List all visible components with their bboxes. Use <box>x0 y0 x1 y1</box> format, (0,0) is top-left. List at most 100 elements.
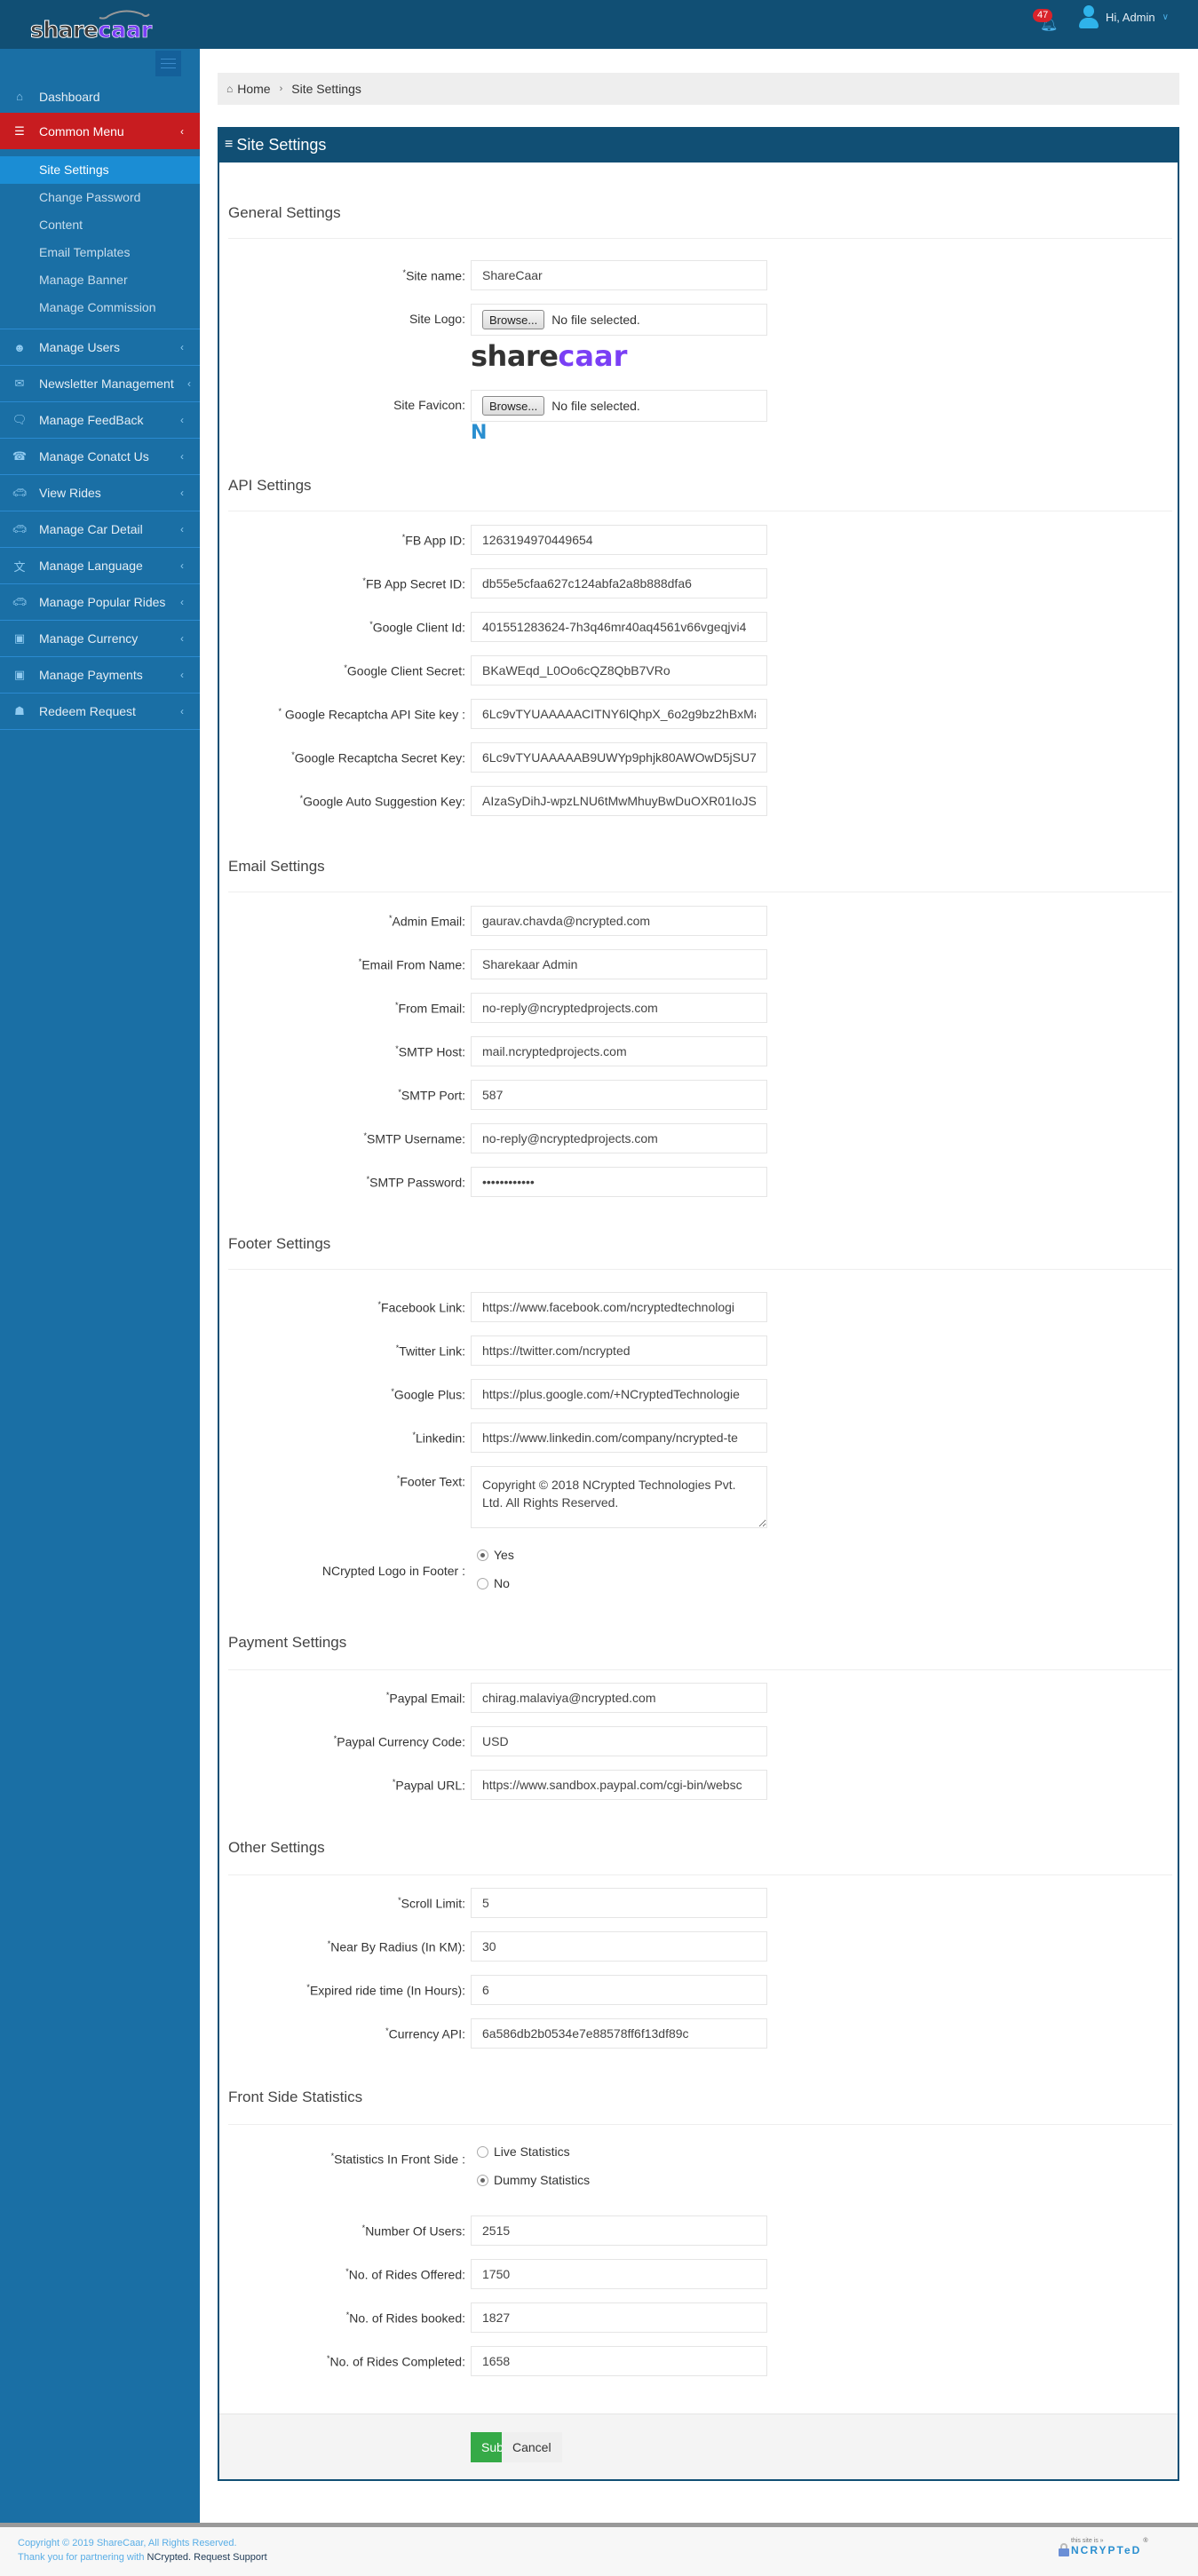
section-title-general: General Settings <box>228 204 341 221</box>
section-title-footer: Footer Settings <box>228 1235 331 1252</box>
footer-text-textarea[interactable]: Copyright © 2018 NCrypted Technologies P… <box>471 1466 767 1528</box>
form-row: *Google Client Id: <box>219 612 1178 642</box>
submenu-change-password[interactable]: Change Password <box>0 184 200 211</box>
sidebar-item-currency[interactable]: ▣ Manage Currency ‹ <box>0 621 200 657</box>
logo-share-text: share <box>471 339 559 373</box>
field-label: NCrypted Logo in Footer : <box>321 1564 465 1578</box>
text-input[interactable] <box>471 1888 767 1918</box>
sidebar-item-common-menu[interactable]: ☰ Common Menu ‹ <box>0 113 200 149</box>
submenu-manage-commission[interactable]: Manage Commission <box>0 294 200 321</box>
browse-button[interactable]: Browse... <box>482 310 545 329</box>
submenu-manage-banner[interactable]: Manage Banner <box>0 266 200 294</box>
money-icon: ▣ <box>13 668 26 681</box>
form-row: *No. of Rides booked: <box>219 2303 1178 2333</box>
text-input[interactable] <box>471 2018 767 2049</box>
text-input[interactable] <box>471 1123 767 1153</box>
text-input[interactable] <box>471 1036 767 1066</box>
notifications-button[interactable]: 🔔︎ 47 <box>1033 9 1058 32</box>
radio-button-checked[interactable] <box>477 2174 488 2186</box>
text-input[interactable] <box>471 949 767 979</box>
breadcrumb-home-link[interactable]: Home <box>237 82 270 96</box>
submenu-site-settings[interactable]: Site Settings <box>0 156 200 184</box>
sidebar-item-manage-users[interactable]: ☻ Manage Users ‹ <box>0 329 200 366</box>
radio-dummy-statistics[interactable]: Dummy Statistics <box>477 2173 590 2187</box>
sidebar-item-payments[interactable]: ▣ Manage Payments ‹ <box>0 657 200 694</box>
sidebar-item-contact-us[interactable]: ☎ Manage Conatct Us ‹ <box>0 439 200 475</box>
text-input[interactable] <box>471 655 767 686</box>
radio-logo-no[interactable]: No <box>477 1576 510 1590</box>
text-input[interactable] <box>471 1975 767 2005</box>
section-title-api: API Settings <box>228 477 312 494</box>
sidebar-item-label: Manage Language <box>39 559 143 573</box>
sidebar-item-language[interactable]: 文 Manage Language ‹ <box>0 548 200 584</box>
section-divider <box>228 2124 1172 2125</box>
user-menu[interactable]: Hi, Admin ∨ <box>1079 5 1169 28</box>
radio-button-checked[interactable] <box>477 1549 488 1561</box>
text-input[interactable] <box>471 993 767 1023</box>
text-input[interactable] <box>471 1292 767 1322</box>
text-input[interactable] <box>471 2259 767 2289</box>
text-input[interactable] <box>471 699 767 729</box>
chevron-left-icon: ‹ <box>180 523 184 535</box>
sidebar-item-feedback[interactable]: 🗨︎ Manage FeedBack ‹ <box>0 402 200 439</box>
text-input[interactable] <box>471 2215 767 2246</box>
text-input[interactable] <box>471 1683 767 1713</box>
form-row: *No. of Rides Completed: <box>219 2346 1178 2376</box>
browse-button[interactable]: Browse... <box>482 396 545 416</box>
sidebar-item-newsletter[interactable]: ✉ Newsletter Management ‹ <box>0 366 200 402</box>
sidebar-toggle-button[interactable] <box>155 51 181 76</box>
brand-logo[interactable]: share caar <box>29 10 153 42</box>
text-input[interactable] <box>471 568 767 598</box>
radio-button[interactable] <box>477 1577 488 1589</box>
text-input[interactable] <box>471 1770 767 1800</box>
user-avatar-icon <box>1079 5 1099 28</box>
chevron-down-icon: ∨ <box>1162 12 1169 22</box>
form-row: *FB App ID: <box>219 525 1178 555</box>
sidebar-item-label: Manage Users <box>39 340 121 354</box>
text-input[interactable] <box>471 1423 767 1453</box>
sidebar-item-view-rides[interactable]: 🚗︎ View Rides ‹ <box>0 475 200 511</box>
site-name-input[interactable] <box>471 260 767 290</box>
text-input[interactable] <box>471 786 767 816</box>
form-row: *Facebook Link: <box>219 1292 1178 1322</box>
chevron-left-icon: ‹ <box>180 559 184 572</box>
sidebar-item-popular-rides[interactable]: 🚗︎ Manage Popular Rides ‹ <box>0 584 200 621</box>
panel-header: ≡ Site Settings <box>218 127 1179 162</box>
breadcrumb: ⌂ Home › Site Settings <box>218 73 1179 105</box>
request-support-link[interactable]: Request Support <box>191 2552 267 2563</box>
text-input[interactable] <box>471 906 767 936</box>
site-favicon-file-input[interactable]: Browse... No file selected. <box>471 390 767 422</box>
text-input[interactable] <box>471 2303 767 2333</box>
site-logo-file-input[interactable]: Browse... No file selected. <box>471 304 767 336</box>
text-input[interactable] <box>471 612 767 642</box>
lock-icon <box>1059 2543 1069 2556</box>
ncrypted-link[interactable]: NCrypted. <box>147 2552 192 2563</box>
text-input[interactable] <box>471 1379 767 1409</box>
form-row: *From Email: <box>219 993 1178 1023</box>
sidebar-item-car-detail[interactable]: 🚗︎ Manage Car Detail ‹ <box>0 511 200 548</box>
form-row: *No. of Rides Offered: <box>219 2259 1178 2289</box>
radio-live-statistics[interactable]: Live Statistics <box>477 2144 570 2159</box>
breadcrumb-separator-icon: › <box>279 83 283 94</box>
cancel-button[interactable]: Cancel <box>502 2432 562 2462</box>
radio-button[interactable] <box>477 2145 488 2158</box>
sidebar-item-redeem-request[interactable]: ☗ Redeem Request ‹ <box>0 694 200 730</box>
text-input[interactable] <box>471 2346 767 2376</box>
encrypted-badge[interactable]: this site is » NCRYPTeD ® <box>1059 2538 1148 2556</box>
chevron-left-icon: ‹ <box>180 450 184 463</box>
text-input[interactable] <box>471 1931 767 1962</box>
text-input[interactable] <box>471 1726 767 1756</box>
submenu-email-templates[interactable]: Email Templates <box>0 239 200 266</box>
sidebar-item-dashboard[interactable]: ⌂ Dashboard <box>0 80 200 113</box>
text-input[interactable] <box>471 1336 767 1366</box>
submenu-content[interactable]: Content <box>0 211 200 239</box>
users-icon: ☻ <box>13 340 26 354</box>
field-label: *Facebook Link: <box>377 1300 465 1315</box>
text-input[interactable] <box>471 1167 767 1197</box>
text-input[interactable] <box>471 742 767 773</box>
section-divider <box>228 1669 1172 1670</box>
text-input[interactable] <box>471 525 767 555</box>
form-row: *Currency API: <box>219 2018 1178 2049</box>
text-input[interactable] <box>471 1080 767 1110</box>
radio-logo-yes[interactable]: Yes <box>477 1548 514 1562</box>
